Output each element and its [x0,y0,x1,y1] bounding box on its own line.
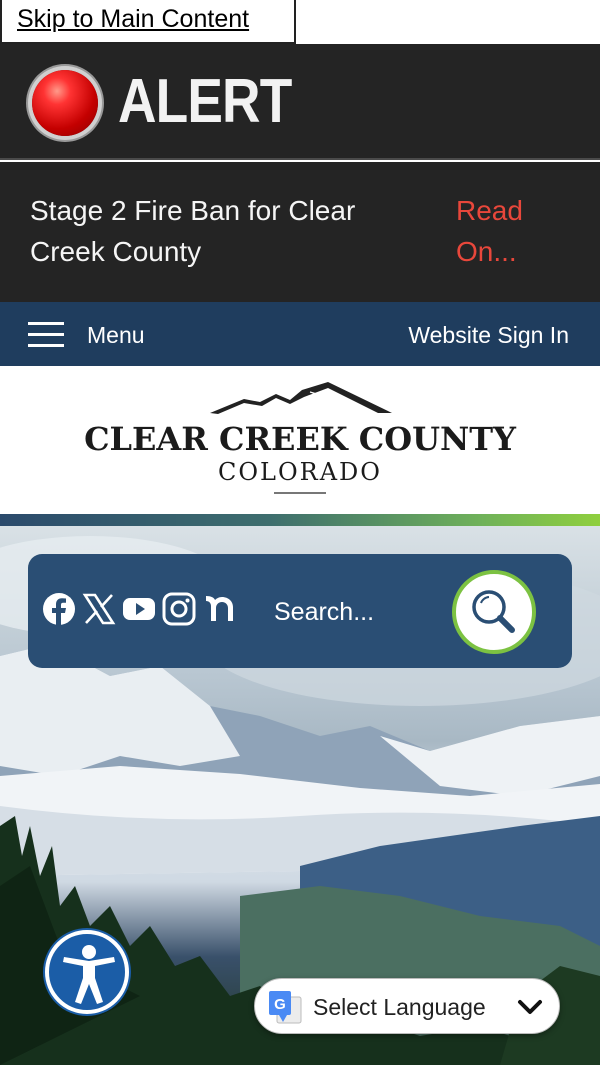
alert-header: ALERT [0,44,600,160]
facebook-icon[interactable] [42,592,76,626]
mountains-logo-icon [210,382,392,414]
alert-title: ALERT [118,67,292,136]
menu-button[interactable]: Menu [87,322,145,349]
skip-to-main-content-link[interactable]: Skip to Main Content [0,0,296,44]
accessibility-button[interactable] [45,930,129,1014]
top-strip [296,0,600,44]
alert-message: Stage 2 Fire Ban for Clear Creek County [30,195,356,267]
gradient-divider [0,514,600,526]
search-button[interactable] [452,570,536,654]
logo-county-name: CLEAR CREEK COUNTY [84,420,516,458]
search-panel: Search... [28,554,572,668]
hamburger-menu-icon[interactable] [28,322,64,348]
nextdoor-icon[interactable] [204,592,238,626]
google-translate-icon: G [269,991,302,1024]
navbar: Menu Website Sign In [0,302,600,366]
website-sign-in-link[interactable]: Website Sign In [408,322,569,349]
youtube-icon[interactable] [122,592,156,626]
accessibility-person-icon [63,945,115,1004]
alert-read-more-link[interactable]: Read On... [456,190,566,272]
logo-underline [274,492,326,494]
select-language-label: Select Language [313,994,486,1020]
search-icon [472,590,515,633]
search-input[interactable]: Search... [274,598,374,627]
instagram-icon[interactable] [162,592,196,626]
alert-dot-icon [32,70,98,136]
alert-body: Stage 2 Fire Ban for Clear Creek County … [0,162,600,302]
svg-text:G: G [274,996,286,1013]
county-logo[interactable]: CLEAR CREEK COUNTY COLORADO [0,366,600,514]
logo-state-name: COLORADO [218,458,382,486]
x-icon[interactable] [82,592,116,626]
select-language-dropdown[interactable]: G Select Language [254,978,560,1034]
chevron-down-icon [518,1000,542,1014]
